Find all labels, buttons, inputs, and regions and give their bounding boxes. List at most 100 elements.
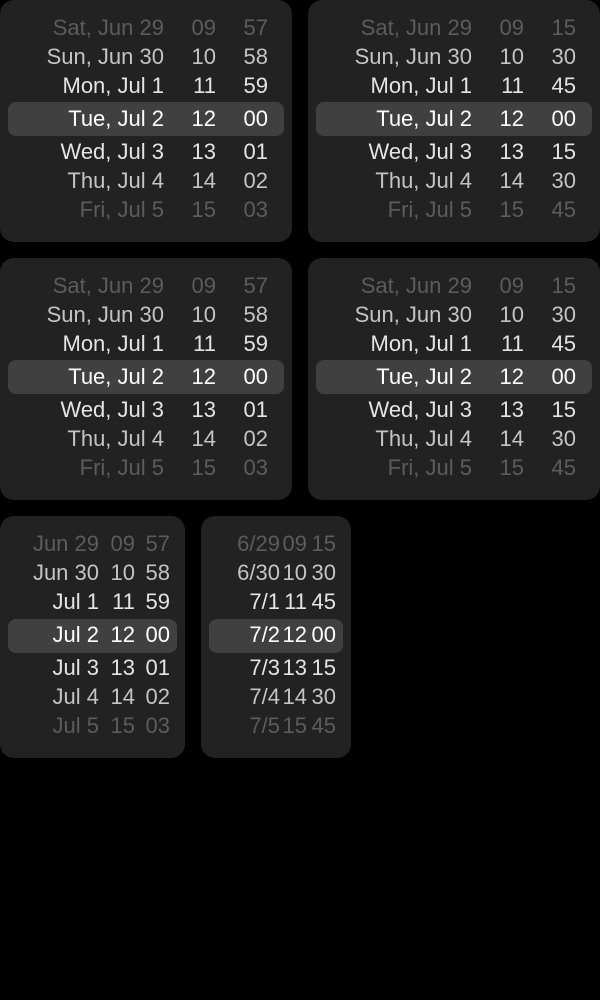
date-cell: Jul 1	[52, 589, 99, 614]
picker-row[interactable]: Thu, Jul 4 14 30	[308, 424, 600, 454]
date-cell: Sat, Jun 29	[360, 15, 472, 40]
picker-row[interactable]: Wed, Jul 3 13 15	[308, 395, 600, 425]
picker-row[interactable]: Thu, Jul 4 14 02	[0, 166, 292, 196]
minute-cell: 30	[311, 560, 336, 585]
minute-cell: 02	[243, 426, 268, 451]
picker-row[interactable]: Wed, Jul 3 13 01	[0, 137, 292, 167]
picker-row[interactable]: Mon, Jul 1 11 45	[308, 329, 600, 359]
picker-row-selected[interactable]: Tue, Jul 2 12 00	[308, 362, 600, 392]
minute-cell: 03	[243, 197, 268, 222]
picker-row[interactable]: Fri, Jul 5 15 45	[308, 453, 600, 483]
hour-cell: 10	[499, 44, 524, 69]
picker-row[interactable]: Thu, Jul 4 14 30	[308, 166, 600, 196]
picker-row-selected[interactable]: Tue, Jul 2 12 00	[308, 104, 600, 134]
minute-cell: 00	[311, 622, 336, 647]
minute-cell: 45	[551, 331, 576, 356]
picker-row[interactable]: Sat, Jun 29 09 57	[0, 271, 292, 301]
picker-row[interactable]: Jul 3 13 01	[0, 653, 185, 683]
picker-row[interactable]: Sat, Jun 29 09 57	[0, 13, 292, 43]
date-cell: Tue, Jul 2	[68, 364, 164, 389]
minute-cell: 57	[243, 15, 268, 40]
minute-cell: 59	[243, 331, 268, 356]
picker-row[interactable]: Sun, Jun 30 10 58	[0, 42, 292, 72]
hour-cell: 11	[284, 589, 307, 614]
hour-cell: 14	[191, 426, 216, 451]
hour-cell: 09	[499, 273, 524, 298]
picker-row[interactable]: Jul 1 11 59	[0, 587, 185, 617]
picker-row-selected[interactable]: Jul 2 12 00	[0, 620, 185, 650]
date-time-picker-1[interactable]: Sat, Jun 29 09 57 Sun, Jun 30 10 58 Mon, Jul…	[0, 0, 292, 242]
hour-cell: 11	[112, 589, 135, 614]
date-time-picker-6[interactable]: 6/29 09 15 6/30 10 30 7/1 11 45 7/2 12 00 7/3 13 1…	[201, 516, 351, 758]
date-cell: Wed, Jul 3	[368, 397, 472, 422]
picker-row[interactable]: Mon, Jul 1 11 45	[308, 71, 600, 101]
picker-row[interactable]: Wed, Jul 3 13 15	[308, 137, 600, 167]
date-cell: 7/1	[249, 589, 280, 614]
date-cell: Sun, Jun 30	[354, 302, 472, 327]
hour-cell: 13	[110, 655, 135, 680]
date-time-picker-3[interactable]: Sat, Jun 29 09 57 Sun, Jun 30 10 58 Mon, Jul…	[0, 258, 292, 500]
hour-cell: 10	[191, 302, 216, 327]
minute-cell: 45	[551, 455, 576, 480]
minute-cell: 02	[243, 168, 268, 193]
date-cell: 7/4	[249, 684, 280, 709]
minute-cell: 30	[551, 426, 576, 451]
hour-cell: 13	[499, 397, 524, 422]
date-cell: Sat, Jun 29	[360, 273, 472, 298]
date-cell: Fri, Jul 5	[79, 455, 164, 480]
picker-row[interactable]: Fri, Jul 5 15 03	[0, 453, 292, 483]
minute-cell: 01	[243, 139, 268, 164]
picker-row[interactable]: Mon, Jul 1 11 59	[0, 329, 292, 359]
picker-row[interactable]: Fri, Jul 5 15 03	[0, 195, 292, 225]
date-cell: Fri, Jul 5	[79, 197, 164, 222]
date-cell: Jul 5	[52, 713, 99, 738]
minute-cell: 58	[243, 302, 268, 327]
picker-row[interactable]: Jun 30 10 58	[0, 558, 185, 588]
hour-cell: 10	[499, 302, 524, 327]
picker-row[interactable]: Sat, Jun 29 09 15	[308, 271, 600, 301]
picker-row[interactable]: Mon, Jul 1 11 59	[0, 71, 292, 101]
date-cell: Tue, Jul 2	[376, 106, 472, 131]
minute-cell: 15	[311, 655, 336, 680]
picker-row[interactable]: 7/3 13 15	[201, 653, 351, 683]
picker-row-selected[interactable]: Tue, Jul 2 12 00	[0, 362, 292, 392]
minute-cell: 45	[311, 589, 336, 614]
date-time-picker-2[interactable]: Sat, Jun 29 09 15 Sun, Jun 30 10 30 Mon, Jul…	[308, 0, 600, 242]
picker-row[interactable]: Jul 5 15 03	[0, 711, 185, 741]
hour-cell: 12	[499, 364, 524, 389]
picker-row[interactable]: Fri, Jul 5 15 45	[308, 195, 600, 225]
picker-row[interactable]: Sun, Jun 30 10 30	[308, 42, 600, 72]
picker-row[interactable]: Wed, Jul 3 13 01	[0, 395, 292, 425]
picker-row[interactable]: Sun, Jun 30 10 30	[308, 300, 600, 330]
picker-row[interactable]: Thu, Jul 4 14 02	[0, 424, 292, 454]
hour-cell: 15	[499, 197, 524, 222]
date-time-picker-5[interactable]: Jun 29 09 57 Jun 30 10 58 Jul 1 11 59 Jul 2 12 0…	[0, 516, 185, 758]
picker-row-selected[interactable]: Tue, Jul 2 12 00	[0, 104, 292, 134]
minute-cell: 30	[311, 684, 336, 709]
picker-row[interactable]: 6/29 09 15	[201, 529, 351, 559]
picker-row[interactable]: Jul 4 14 02	[0, 682, 185, 712]
picker-row-selected[interactable]: 7/2 12 00	[201, 620, 351, 650]
date-cell: Sun, Jun 30	[46, 302, 164, 327]
date-time-picker-4[interactable]: Sat, Jun 29 09 15 Sun, Jun 30 10 30 Mon, Jul…	[308, 258, 600, 500]
hour-cell: 15	[191, 455, 216, 480]
picker-row[interactable]: Jun 29 09 57	[0, 529, 185, 559]
picker-row[interactable]: Sun, Jun 30 10 58	[0, 300, 292, 330]
hour-cell: 10	[110, 560, 135, 585]
minute-cell: 30	[551, 168, 576, 193]
date-cell: Fri, Jul 5	[387, 455, 472, 480]
hour-cell: 12	[499, 106, 524, 131]
date-cell: Jul 4	[52, 684, 99, 709]
minute-cell: 15	[311, 531, 336, 556]
hour-cell: 14	[499, 168, 524, 193]
minute-cell: 57	[145, 531, 170, 556]
picker-row[interactable]: Sat, Jun 29 09 15	[308, 13, 600, 43]
picker-row[interactable]: 7/4 14 30	[201, 682, 351, 712]
minute-cell: 01	[145, 655, 170, 680]
hour-cell: 09	[191, 15, 216, 40]
date-cell: Tue, Jul 2	[376, 364, 472, 389]
minute-cell: 02	[145, 684, 170, 709]
picker-row[interactable]: 6/30 10 30	[201, 558, 351, 588]
picker-row[interactable]: 7/5 15 45	[201, 711, 351, 741]
picker-row[interactable]: 7/1 11 45	[201, 587, 351, 617]
